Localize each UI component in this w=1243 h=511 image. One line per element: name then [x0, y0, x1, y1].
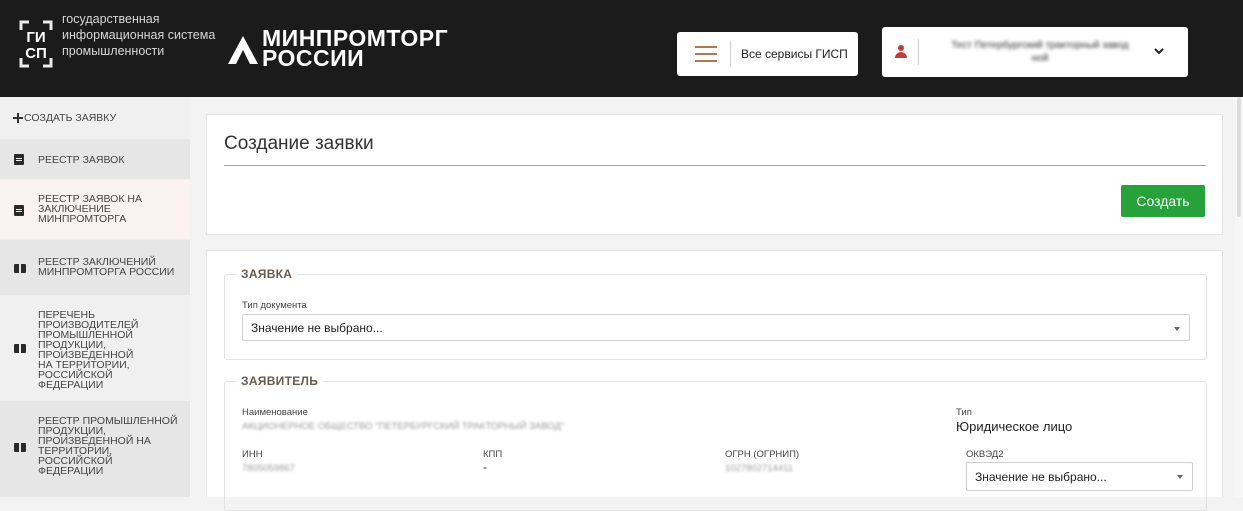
gisp-title-line: государственная [62, 12, 160, 26]
plus-icon [13, 113, 23, 123]
inn-value: 7805059867 [242, 463, 295, 474]
book-icon [14, 443, 26, 452]
divider [918, 39, 919, 65]
okved-select[interactable]: Значение не выбрано... [966, 462, 1193, 491]
document-icon [14, 205, 24, 216]
sidebar: СОЗДАТЬ ЗАЯВКУ РЕЕСТР ЗАЯВОК РЕЕСТР ЗАЯВ… [0, 97, 190, 497]
kpp-value: - [483, 460, 487, 474]
user-name: Тест Петербургский тракторный завод ной [930, 39, 1150, 65]
menu-icon [695, 46, 717, 62]
caret-down-icon [1174, 327, 1180, 331]
ogrn-value: 1027802714411 [725, 463, 793, 474]
name-value: АКЦИОНЕРНОЕ ОБЩЕСТВО "ПЕТЕРБУРГСКИЙ ТРАК… [242, 421, 565, 432]
caret-down-icon [1177, 475, 1183, 479]
kpp-label: КПП [483, 449, 503, 460]
create-button[interactable]: Создать [1121, 185, 1205, 217]
type-value: Юридическое лицо [956, 419, 1073, 434]
top-header: ГИ СП государственная информационная сис… [0, 0, 1243, 97]
svg-text:ГИ: ГИ [26, 29, 45, 46]
okved-label: ОКВЭД2 [966, 449, 1004, 460]
sidebar-item-label: РЕЕСТР ЗАКЛЮЧЕНИЙ МИНПРОМТОРГА РОССИИ [38, 256, 175, 278]
request-form-panel: ЗАЯВКА Тип документа Значение не выбрано… [206, 250, 1223, 511]
user-menu-button[interactable]: Тест Петербургский тракторный завод ной [882, 27, 1188, 77]
gisp-title: государственная информационная система п… [62, 11, 215, 59]
sidebar-item-label: РЕЕСТР ЗАЯВОК [38, 154, 125, 166]
divider [224, 165, 1206, 166]
create-request-header-panel: Создание заявки Создать [206, 114, 1223, 235]
applicant-fieldset: ЗАЯВИТЕЛЬ Наименование АКЦИОНЕРНОЕ ОБЩЕС… [224, 374, 1207, 511]
scrollbar-thumb[interactable] [1237, 97, 1241, 217]
gisp-title-line: промышленности [62, 44, 165, 58]
sidebar-item-label: ПЕРЕЧЕНЬ ПРОИЗВОДИТЕЛЕЙ ПРОМЫШЛЕННОЙ ПРО… [38, 309, 139, 391]
all-services-button[interactable]: Все сервисы ГИСП [677, 32, 858, 76]
sidebar-item-create-request[interactable]: СОЗДАТЬ ЗАЯВКУ [0, 111, 190, 125]
doc-type-select[interactable]: Значение не выбрано... [242, 314, 1190, 341]
ogrn-label: ОГРН (ОГРНИП) [725, 449, 800, 460]
page-scrollbar[interactable] [1235, 97, 1243, 497]
user-name-line: Тест Петербургский тракторный завод [951, 40, 1129, 51]
doc-type-label: Тип документа [242, 300, 307, 311]
all-services-label: Все сервисы ГИСП [741, 47, 848, 61]
applicant-section-title: ЗАЯВИТЕЛЬ [236, 374, 324, 388]
ministry-title: МИНПРОМТОРГ РОССИИ [262, 27, 448, 71]
name-label: Наименование [242, 407, 308, 418]
sidebar-item-conclusion-requests[interactable]: РЕЕСТР ЗАЯВОК НА ЗАКЛЮЧЕНИЕ МИНПРОМТОРГА [0, 180, 190, 239]
user-icon [895, 45, 907, 59]
user-name-line: ной [1031, 53, 1049, 64]
svg-text:СП: СП [25, 45, 47, 62]
ministry-title-line: РОССИИ [262, 45, 365, 71]
sidebar-item-products-registry[interactable]: РЕЕСТР ПРОМЫШЛЕННОЙ ПРОДУКЦИИ, ПРОИЗВЕДЕ… [0, 401, 190, 497]
document-icon [14, 154, 24, 165]
sidebar-item-label: РЕЕСТР ЗАЯВОК НА ЗАКЛЮЧЕНИЕ МИНПРОМТОРГА [38, 193, 142, 225]
doc-type-value: Значение не выбрано... [251, 321, 383, 335]
sidebar-item-requests-registry[interactable]: РЕЕСТР ЗАЯВОК [0, 139, 190, 179]
type-label: Тип [956, 407, 972, 418]
chevron-down-icon [1154, 48, 1164, 55]
request-section-title: ЗАЯВКА [236, 267, 298, 281]
gisp-title-line: информационная система [62, 28, 216, 42]
sidebar-item-manufacturers-list[interactable]: ПЕРЕЧЕНЬ ПРОИЗВОДИТЕЛЕЙ ПРОМЫШЛЕННОЙ ПРО… [0, 296, 190, 400]
sidebar-item-label: РЕЕСТР ПРОМЫШЛЕННОЙ ПРОДУКЦИИ, ПРОИЗВЕДЕ… [38, 415, 178, 477]
divider [730, 41, 731, 67]
book-icon [14, 264, 26, 273]
inn-label: ИНН [242, 449, 263, 460]
page-title: Создание заявки [224, 133, 374, 154]
sidebar-item-label: СОЗДАТЬ ЗАЯВКУ [24, 112, 117, 124]
gisp-logo-icon: ГИ СП [19, 20, 53, 68]
request-fieldset: ЗАЯВКА Тип документа Значение не выбрано… [224, 267, 1207, 360]
sidebar-item-conclusions-registry[interactable]: РЕЕСТР ЗАКЛЮЧЕНИЙ МИНПРОМТОРГА РОССИИ [0, 240, 190, 295]
okved-value: Значение не выбрано... [975, 470, 1107, 484]
book-icon [14, 344, 26, 353]
ministry-logo-icon [228, 36, 258, 64]
